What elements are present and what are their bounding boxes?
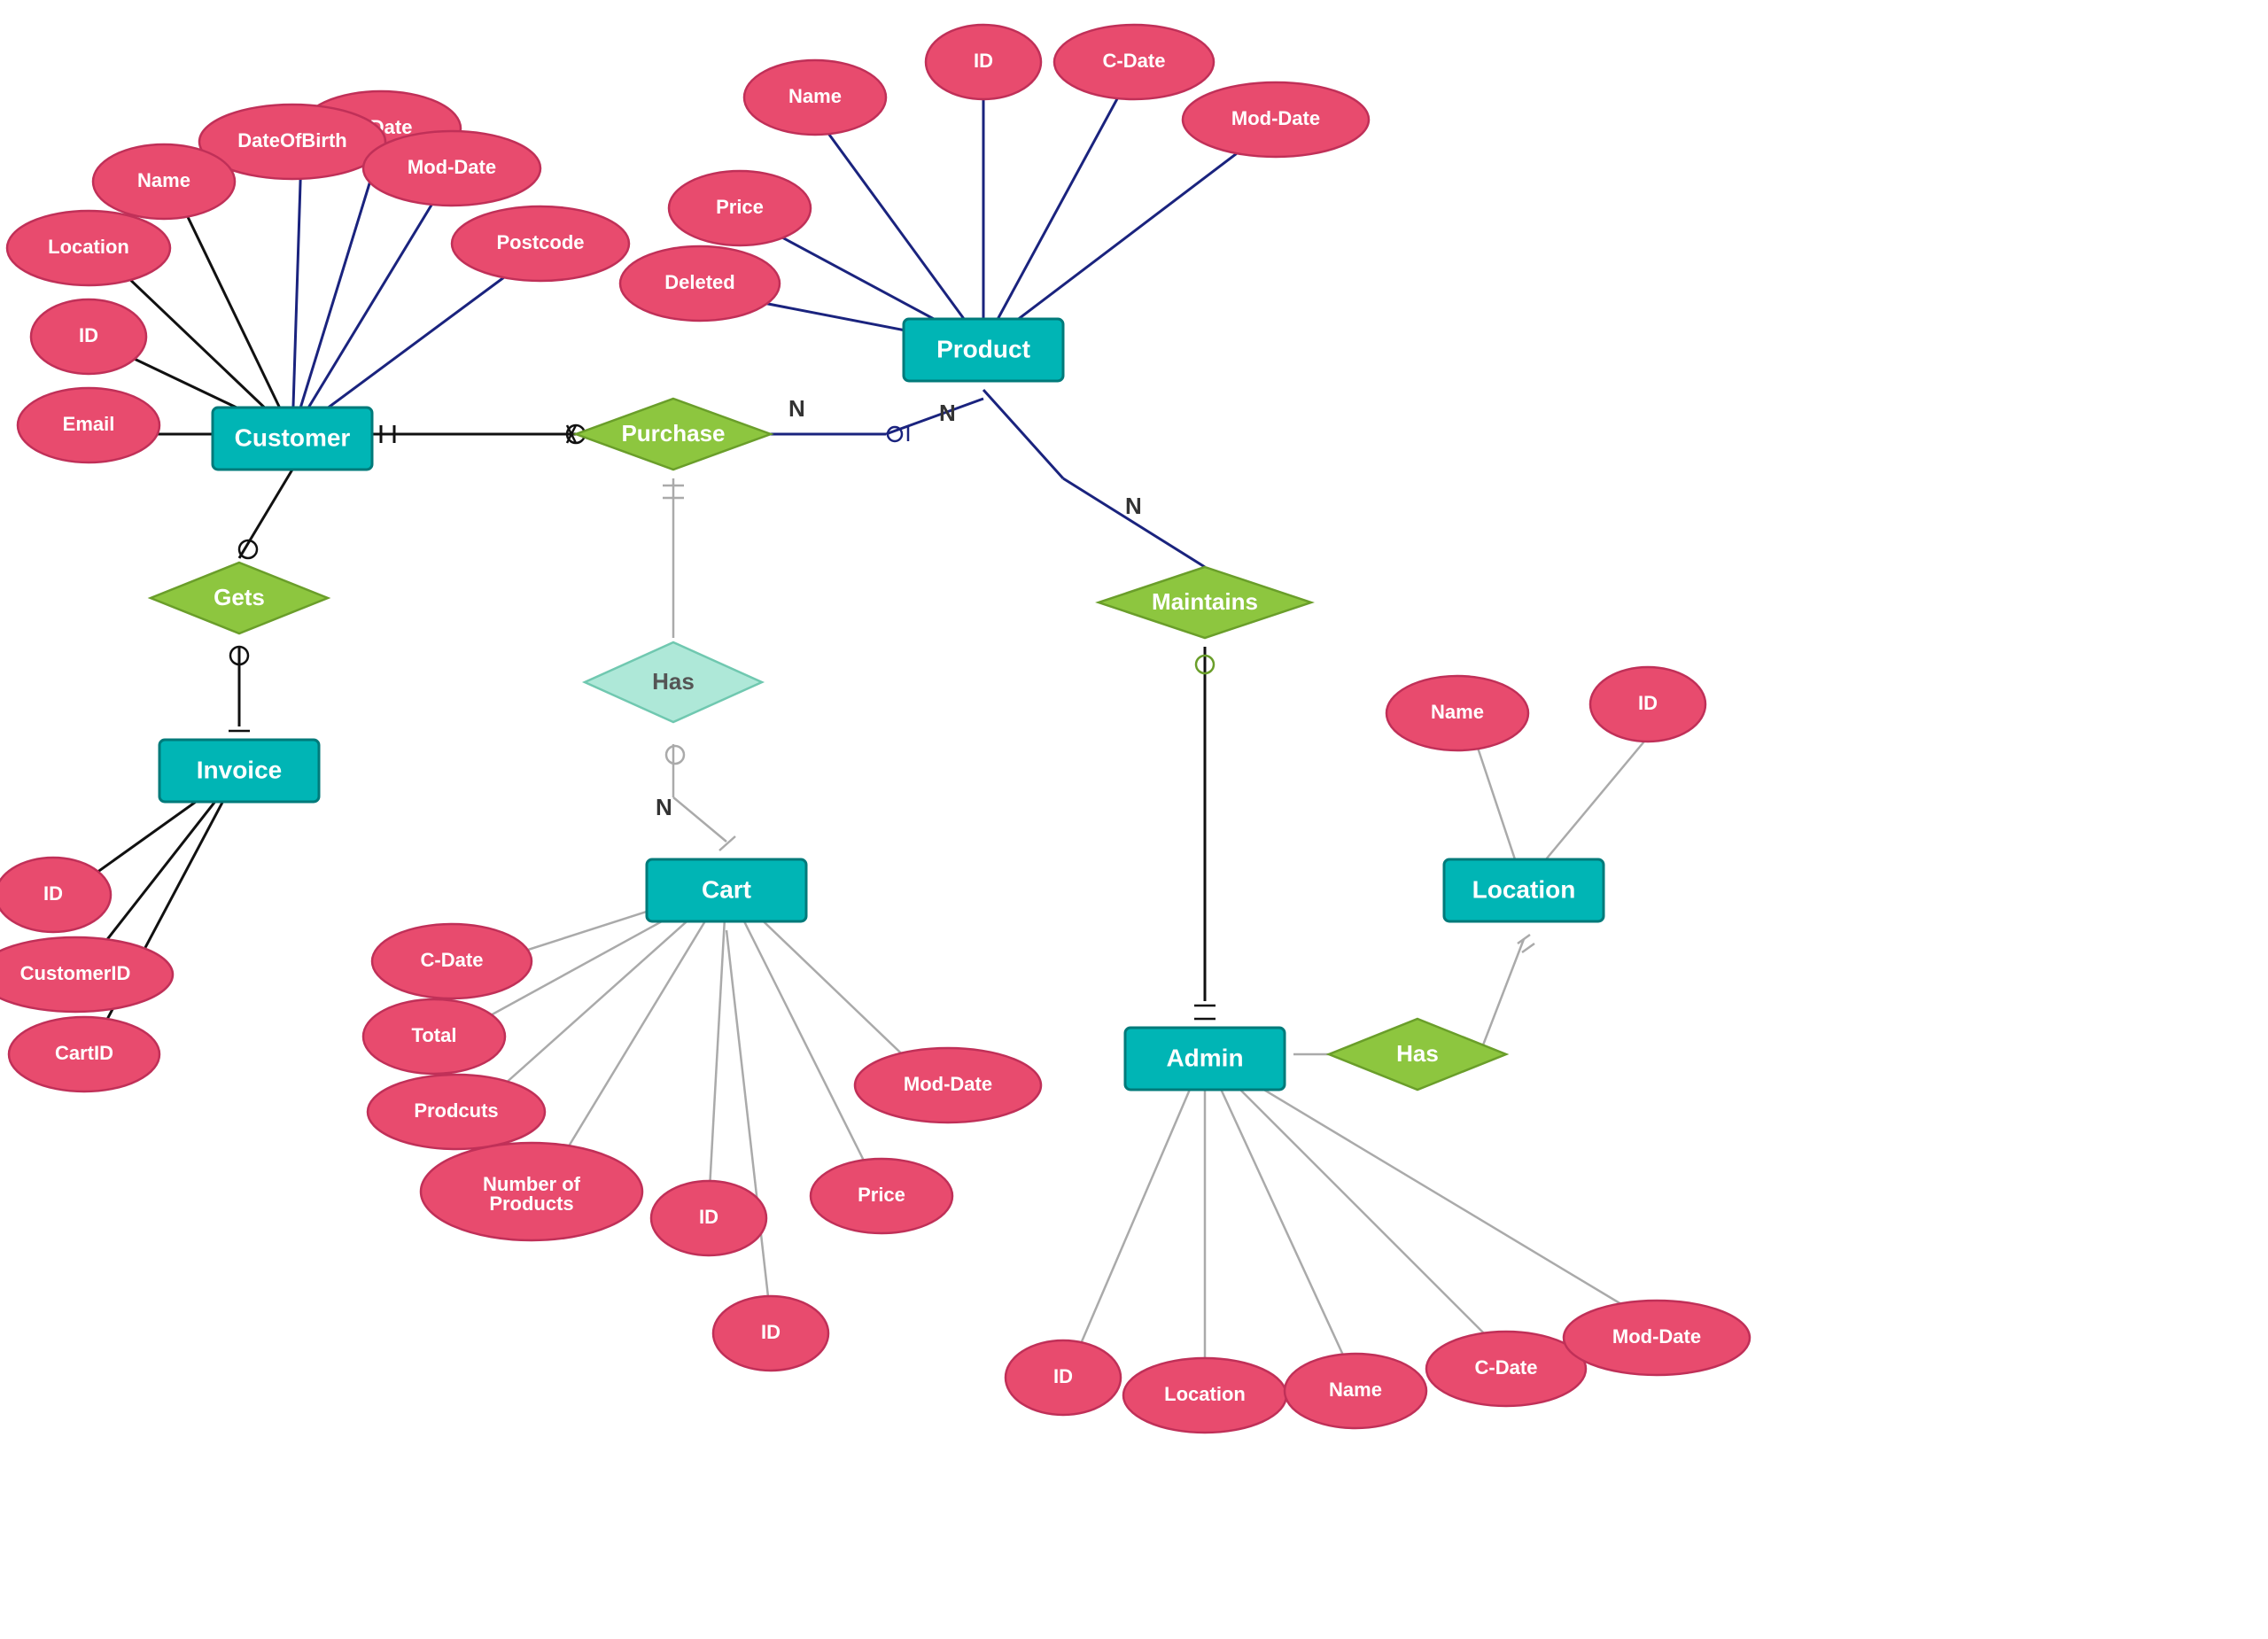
line-product-name bbox=[815, 115, 983, 346]
line-has2-location bbox=[1480, 939, 1524, 1054]
line-customer-moddate bbox=[292, 186, 443, 434]
line-product-maintains-h bbox=[1063, 478, 1205, 567]
er-diagram: N N N N C-Date bbox=[0, 0, 2268, 1639]
attr-customer-email-label: Email bbox=[63, 413, 115, 435]
attr-product-deleted-label: Deleted bbox=[664, 271, 734, 293]
line-customer-name bbox=[177, 195, 292, 434]
line-customer-cdate bbox=[292, 146, 381, 434]
line-cart-id bbox=[709, 886, 726, 1205]
relationship-has-label: Has bbox=[652, 668, 695, 695]
attr-customer-name-label: Name bbox=[137, 169, 190, 191]
relationship-gets-label: Gets bbox=[214, 584, 265, 610]
attr-cart-moddate-label: Mod-Date bbox=[904, 1073, 992, 1095]
entity-product-label: Product bbox=[936, 335, 1030, 362]
attr-invoice-id-label: ID bbox=[43, 882, 63, 905]
n-label-purchase-product: N bbox=[788, 395, 805, 422]
n-label-has-cart: N bbox=[656, 794, 672, 820]
circle-has-cart bbox=[666, 746, 684, 764]
bar-has2-loc1 bbox=[1518, 935, 1530, 944]
attr-admin-location-label: Location bbox=[1164, 1383, 1246, 1405]
entity-location-label: Location bbox=[1472, 875, 1576, 903]
line-cart-price bbox=[726, 886, 877, 1187]
attr-product-moddate-label: Mod-Date bbox=[1231, 107, 1320, 129]
line-admin-id2 bbox=[1072, 1054, 1205, 1364]
attr-customer-moddate-label: Mod-Date bbox=[408, 156, 496, 178]
entity-customer-label: Customer bbox=[235, 423, 351, 451]
attr-cart-id-label: ID bbox=[699, 1206, 718, 1228]
attr-cart-total-label: Total bbox=[412, 1024, 457, 1046]
line-product-maintains-v bbox=[983, 390, 1063, 478]
attr-product-id-label: ID bbox=[974, 50, 993, 72]
attr-admin-moddate-label: Mod-Date bbox=[1612, 1325, 1701, 1348]
line-product-moddate bbox=[983, 137, 1258, 346]
line-has-cart-v2 bbox=[673, 797, 726, 842]
entity-invoice-label: Invoice bbox=[197, 756, 282, 783]
n-label-purchase-product2: N bbox=[939, 400, 956, 426]
attr-cart-price-label: Price bbox=[858, 1184, 905, 1206]
line-cust-gets bbox=[239, 470, 292, 558]
line-customer-dob bbox=[292, 155, 301, 434]
attr-cart-id-extra-label: ID bbox=[761, 1321, 781, 1343]
attr-product-name-label: Name bbox=[788, 85, 842, 107]
relationship-maintains-label: Maintains bbox=[1152, 588, 1258, 615]
attr-invoice-customerid-label: CustomerID bbox=[20, 962, 131, 984]
attr-product-cdate-label: C-Date bbox=[1103, 50, 1166, 72]
line-cart-id-extra bbox=[726, 930, 771, 1320]
attr-cart-cdate-label: C-Date bbox=[421, 949, 484, 971]
entity-admin-label: Admin bbox=[1166, 1044, 1243, 1071]
relationship-has2-label: Has bbox=[1396, 1040, 1439, 1067]
line-admin-moddate bbox=[1205, 1054, 1648, 1320]
attr-customer-dob-label: DateOfBirth bbox=[237, 129, 346, 151]
line-invoice-cartid bbox=[89, 771, 239, 1054]
attr-cart-numproducts-label2: Products bbox=[489, 1192, 573, 1215]
line-admin-cdate bbox=[1205, 1054, 1506, 1355]
attr-admin-name-label: Name bbox=[1329, 1379, 1382, 1401]
line-cart-numproducts bbox=[549, 886, 726, 1178]
attr-invoice-cartid-label: CartID bbox=[55, 1042, 113, 1064]
attr-customer-postcode-label: Postcode bbox=[496, 231, 584, 253]
attr-cart-prodcuts-label: Prodcuts bbox=[414, 1099, 498, 1122]
attr-location-name-label: Name bbox=[1431, 701, 1484, 723]
n-label-maintains: N bbox=[1125, 493, 1142, 519]
attr-admin-id2-label: ID bbox=[1053, 1365, 1073, 1387]
bar-has2-loc2 bbox=[1522, 944, 1534, 952]
attr-customer-id-label: ID bbox=[79, 324, 98, 346]
attr-admin-cdate-label: C-Date bbox=[1475, 1356, 1538, 1379]
attr-customer-location-label: Location bbox=[48, 236, 129, 258]
line-product-cdate bbox=[983, 84, 1125, 346]
attr-product-price-label: Price bbox=[716, 196, 764, 218]
entity-cart-label: Cart bbox=[702, 875, 751, 903]
line-admin-name bbox=[1205, 1054, 1355, 1382]
circle-purchase-prod bbox=[888, 427, 902, 441]
attr-location-id-label: ID bbox=[1638, 692, 1658, 714]
relationship-purchase-label: Purchase bbox=[621, 420, 725, 447]
